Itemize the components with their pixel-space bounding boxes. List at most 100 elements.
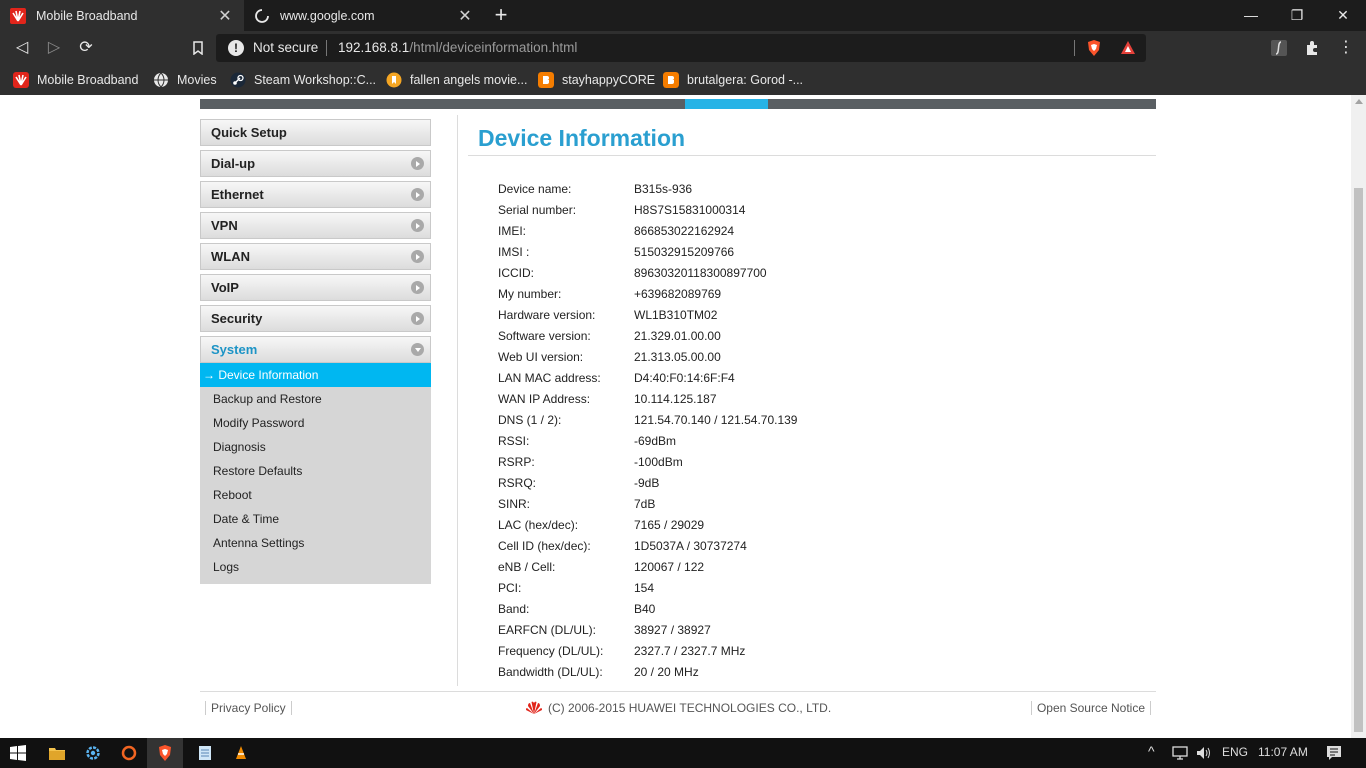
bookmark-icon <box>386 72 402 88</box>
bookmark-steam-workshop[interactable]: Steam Workshop::C... <box>230 71 376 89</box>
info-label: IMEI: <box>498 223 527 238</box>
notepad-icon[interactable] <box>187 738 223 768</box>
notifications-icon[interactable] <box>1326 745 1342 761</box>
info-row: SINR: 7dB <box>468 493 1156 514</box>
submenu-backup-restore[interactable]: Backup and Restore <box>200 387 431 411</box>
file-explorer-icon[interactable] <box>39 738 75 768</box>
bookmarks-bar: Mobile Broadband Movies Steam Workshop::… <box>0 65 1366 95</box>
page-title: Device Information <box>468 115 1156 156</box>
sidebar-item-vpn[interactable]: VPN <box>200 212 431 239</box>
tab-mobile-broadband[interactable]: Mobile Broadband ✕ <box>0 0 244 31</box>
chevron-right-icon <box>411 188 424 201</box>
info-label: eNB / Cell: <box>498 559 556 574</box>
clock[interactable]: 11:07 AM <box>1258 745 1308 759</box>
extension-script-icon[interactable] <box>1271 40 1287 56</box>
bookmark-movies[interactable]: Movies <box>153 71 217 89</box>
info-value: 515032915209766 <box>634 244 735 259</box>
windows-start-icon[interactable] <box>0 738 36 768</box>
brave-browser-icon[interactable] <box>147 738 183 768</box>
close-window-button[interactable]: ✕ <box>1320 0 1366 31</box>
sidebar-item-security[interactable]: Security <box>200 305 431 332</box>
sidebar-item-quick-setup[interactable]: Quick Setup <box>200 119 431 146</box>
browser-toolbar: ◁ ▷ ⟳ ! Not secure 192.168.8.1/html/devi… <box>0 31 1366 65</box>
bookmark-brutalgera[interactable]: brutalgera: Gorod -... <box>663 71 803 89</box>
info-value: 20 / 20 MHz <box>634 664 699 679</box>
vlc-icon[interactable] <box>223 738 259 768</box>
sidebar-item-label: Security <box>211 311 263 326</box>
sidebar-item-wlan[interactable]: WLAN <box>200 243 431 270</box>
submenu-label: Date & Time <box>213 512 280 526</box>
page-footer: Privacy Policy (C) 2006-2015 HUAWEI TECH… <box>200 691 1156 721</box>
scrollbar-thumb[interactable] <box>1354 188 1363 732</box>
info-label: Software version: <box>498 328 591 343</box>
info-value: 21.313.05.00.00 <box>634 349 721 364</box>
show-hidden-icons-chevron-icon[interactable]: ^ <box>1148 743 1155 759</box>
submenu-label: Modify Password <box>213 416 305 430</box>
info-row: Band: B40 <box>468 598 1156 619</box>
close-tab-icon[interactable]: ✕ <box>456 6 474 26</box>
app-ring-icon[interactable] <box>111 738 147 768</box>
sidebar-item-voip[interactable]: VoIP <box>200 274 431 301</box>
submenu-date-time[interactable]: Date & Time <box>200 507 431 531</box>
info-value: +639682089769 <box>634 286 722 301</box>
info-value: 1D5037A / 30737274 <box>634 538 747 553</box>
info-value: B315s-936 <box>634 181 693 196</box>
settings-gear-icon[interactable] <box>75 738 111 768</box>
brave-rewards-icon[interactable] <box>1120 40 1136 56</box>
volume-icon[interactable] <box>1196 746 1212 760</box>
info-row: IMSI : 515032915209766 <box>468 241 1156 262</box>
minimize-button[interactable]: — <box>1228 0 1274 31</box>
back-button[interactable]: ◁ <box>10 37 34 59</box>
submenu-logs[interactable]: Logs <box>200 555 431 579</box>
new-tab-button[interactable]: + <box>490 3 512 27</box>
restore-button[interactable]: ❐ <box>1274 0 1320 31</box>
info-label: Bandwidth (DL/UL): <box>498 664 603 679</box>
close-tab-icon[interactable]: ✕ <box>216 6 234 26</box>
blogger-icon <box>663 72 679 88</box>
info-row: RSRQ: -9dB <box>468 472 1156 493</box>
submenu-antenna-settings[interactable]: Antenna Settings <box>200 531 431 555</box>
bookmark-fallen-angels[interactable]: fallen angels movie... <box>386 71 527 89</box>
submenu-device-information[interactable]: → Device Information <box>200 363 431 387</box>
info-label: DNS (1 / 2): <box>498 412 562 427</box>
brave-shields-icon[interactable] <box>1086 39 1102 57</box>
huawei-icon <box>13 72 29 88</box>
info-value: 89630320118300897700 <box>634 265 767 280</box>
tab-google[interactable]: www.google.com ✕ <box>244 0 484 31</box>
url-text[interactable]: 192.168.8.1/html/deviceinformation.html <box>338 40 577 55</box>
bookmark-label: stayhappyCORE <box>562 73 656 87</box>
submenu-restore-defaults[interactable]: Restore Defaults <box>200 459 431 483</box>
system-submenu: → Device Information Backup and Restore … <box>200 363 431 584</box>
language-indicator[interactable]: ENG <box>1222 745 1248 759</box>
bookmark-stayhappycore[interactable]: stayhappyCORE <box>538 71 655 89</box>
info-row: Bandwidth (DL/UL): 20 / 20 MHz <box>468 661 1156 682</box>
info-row: IMEI: 866853022162924 <box>468 220 1156 241</box>
menu-icon[interactable]: ⋮ <box>1334 37 1358 59</box>
submenu-label: Device Information <box>218 368 319 382</box>
info-icon[interactable]: ! <box>228 40 244 56</box>
info-value: -69dBm <box>634 433 677 448</box>
bookmark-page-icon[interactable] <box>186 37 210 59</box>
sidebar-item-system[interactable]: System <box>200 336 431 363</box>
scroll-up-icon[interactable] <box>1355 99 1363 104</box>
submenu-reboot[interactable]: Reboot <box>200 483 431 507</box>
reload-button[interactable]: ⟳ <box>74 37 98 59</box>
submenu-modify-password[interactable]: Modify Password <box>200 411 431 435</box>
privacy-policy-link[interactable]: Privacy Policy <box>205 701 292 715</box>
sidebar-item-ethernet[interactable]: Ethernet <box>200 181 431 208</box>
extensions-puzzle-icon[interactable] <box>1304 40 1320 56</box>
sidebar-item-dial-up[interactable]: Dial-up <box>200 150 431 177</box>
bookmark-mobile-broadband[interactable]: Mobile Broadband <box>13 71 138 89</box>
page-viewport: Quick Setup Dial-up Ethernet VPN WLAN Vo… <box>0 95 1366 738</box>
submenu-diagnosis[interactable]: Diagnosis <box>200 435 431 459</box>
huawei-logo-icon <box>526 701 542 714</box>
address-bar[interactable]: ! Not secure 192.168.8.1/html/deviceinfo… <box>216 34 1146 62</box>
page-scrollbar[interactable] <box>1351 95 1366 738</box>
security-label[interactable]: Not secure <box>253 40 318 55</box>
info-value: -100dBm <box>634 454 683 469</box>
sidebar-item-label: WLAN <box>211 249 250 264</box>
forward-button[interactable]: ▷ <box>42 37 66 59</box>
open-source-notice-link[interactable]: Open Source Notice <box>1030 701 1151 715</box>
network-icon[interactable] <box>1172 746 1188 760</box>
info-row: Serial number: H8S7S15831000314 <box>468 199 1156 220</box>
